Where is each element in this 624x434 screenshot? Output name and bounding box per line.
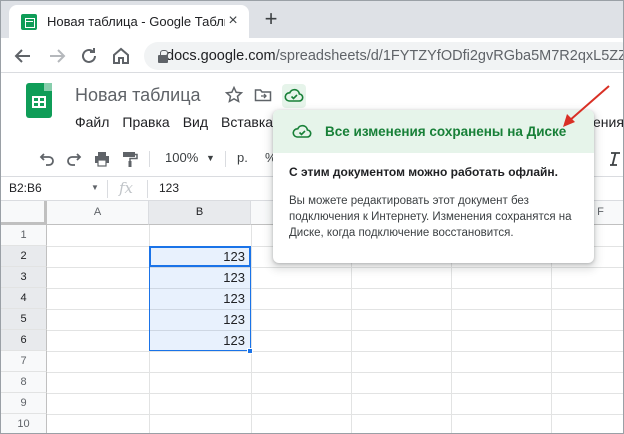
sheets-logo[interactable] (26, 83, 52, 118)
row-header[interactable]: 4 (1, 288, 47, 309)
close-icon[interactable]: × (225, 13, 241, 29)
undo-icon[interactable] (37, 149, 57, 169)
row-header[interactable]: 2 (1, 246, 47, 267)
select-all-corner[interactable] (1, 201, 47, 225)
menu-file[interactable]: Файл (75, 114, 109, 130)
gridline (47, 309, 623, 310)
column-header-b[interactable]: B (149, 201, 251, 225)
print-icon[interactable] (92, 149, 112, 169)
cell-b4[interactable]: 123 (149, 288, 249, 309)
browser-toolbar: docs.google.com/spreadsheets/d/1FYTZYfOD… (1, 38, 624, 73)
menu-view[interactable]: Вид (183, 114, 208, 130)
formula-input[interactable]: 123 (159, 181, 179, 195)
popup-body: Вы можете редактировать этот документ бе… (289, 195, 572, 239)
gridline (47, 372, 623, 373)
star-icon[interactable] (224, 85, 244, 105)
menu-edit[interactable]: Правка (122, 114, 169, 130)
row-header[interactable]: 6 (1, 330, 47, 351)
formula-separator (107, 180, 108, 198)
row-header[interactable]: 1 (1, 225, 47, 246)
back-icon[interactable] (11, 44, 35, 68)
gridline (251, 225, 252, 433)
browser-tab[interactable]: Новая таблица - Google Таблицы × (9, 5, 249, 38)
gridline (47, 393, 623, 394)
row-header[interactable]: 8 (1, 372, 47, 393)
redo-icon[interactable] (64, 149, 84, 169)
toolbar-separator (149, 151, 150, 167)
forward-icon[interactable] (45, 44, 69, 68)
sheets-favicon-icon (21, 13, 37, 30)
screenshot-frame: Новая таблица - Google Таблицы × + docs.… (0, 0, 624, 434)
address-bar[interactable]: docs.google.com/spreadsheets/d/1FYTZYfOD… (144, 42, 624, 70)
annotation-arrow (563, 85, 610, 127)
gridline (47, 267, 623, 268)
cell-b3[interactable]: 123 (149, 267, 249, 288)
fx-icon: fx (119, 179, 134, 197)
cell-b2[interactable]: 123 (149, 246, 249, 267)
move-to-folder-icon[interactable] (253, 85, 273, 105)
cell-b6[interactable]: 123 (149, 330, 249, 351)
zoom-select[interactable]: 100% (165, 150, 198, 165)
cloud-done-icon (284, 88, 304, 102)
gridline (47, 330, 623, 331)
menu-bar: Файл Правка Вид Вставка (75, 114, 286, 130)
browser-tab-strip: Новая таблица - Google Таблицы × + (1, 1, 623, 38)
document-title[interactable]: Новая таблица (75, 85, 201, 106)
menu-insert[interactable]: Вставка (221, 114, 273, 130)
name-box[interactable]: B2:B6 (9, 181, 42, 195)
url-text: docs.google.com/spreadsheets/d/1FYTZYfOD… (166, 48, 624, 64)
dropdown-icon[interactable]: ▼ (91, 183, 99, 192)
gridline (47, 414, 623, 415)
popup-subtitle: С этим документом можно работать офлайн. (289, 165, 558, 179)
gridline (47, 351, 623, 352)
strikethrough-icon[interactable] (605, 149, 623, 169)
currency-format-button[interactable]: р. (237, 150, 248, 165)
row-header[interactable]: 10 (1, 414, 47, 433)
formula-separator (147, 180, 148, 198)
tab-title: Новая таблица - Google Таблицы (47, 14, 225, 29)
toolbar-separator (225, 151, 226, 167)
row-header[interactable]: 5 (1, 309, 47, 330)
cell-b5[interactable]: 123 (149, 309, 249, 330)
paint-format-icon[interactable] (120, 149, 140, 169)
row-header[interactable]: 3 (1, 267, 47, 288)
new-tab-icon[interactable]: + (261, 8, 281, 30)
column-header-a[interactable]: A (47, 201, 149, 225)
dropdown-icon[interactable]: ▼ (206, 153, 215, 163)
popup-header-text: Все изменения сохранены на Диске (325, 124, 567, 139)
home-icon[interactable] (109, 44, 133, 68)
cloud-done-icon (292, 124, 312, 138)
cloud-done-button[interactable] (282, 84, 306, 108)
row-header[interactable]: 7 (1, 351, 47, 372)
reload-icon[interactable] (77, 44, 101, 68)
row-header[interactable]: 9 (1, 393, 47, 414)
gridline (47, 288, 623, 289)
